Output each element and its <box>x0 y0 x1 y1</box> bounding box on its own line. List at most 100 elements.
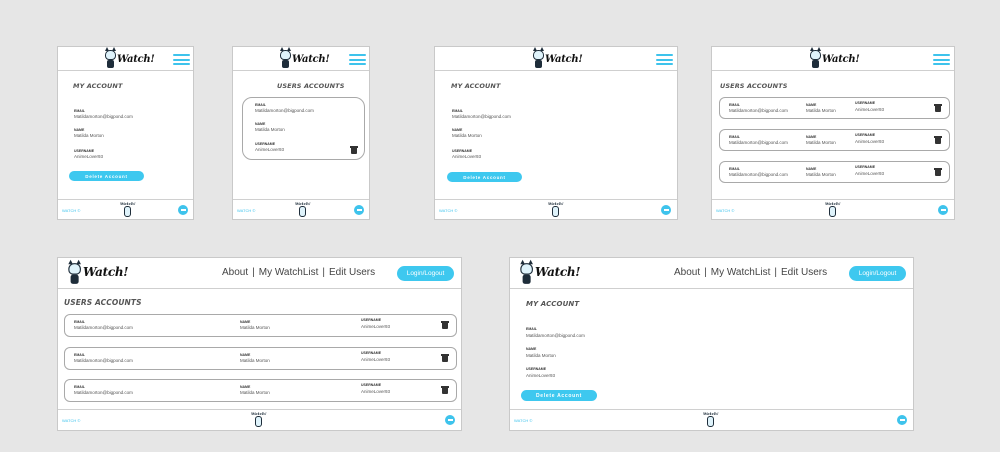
nav-link-about[interactable]: About <box>674 267 700 278</box>
email-value: Matildamorton@bigpond.com <box>74 114 133 119</box>
footer: WATCH © Watch! <box>58 409 461 430</box>
nav-link-about[interactable]: About <box>222 267 248 278</box>
name-label: Name <box>255 122 266 126</box>
nav-link-edit-users[interactable]: Edit Users <box>781 267 827 278</box>
trash-icon[interactable] <box>934 168 942 176</box>
username-value: AnimeLover93 <box>255 147 285 152</box>
username-value: AnimeLover93 <box>855 139 885 144</box>
header: Watch! <box>233 47 369 71</box>
user-card: Email Matildamorton@bigpond.com Name Mat… <box>242 97 365 160</box>
logo[interactable]: Watch! <box>278 47 330 69</box>
circle-minus-icon[interactable] <box>661 205 671 215</box>
nav-link-edit-users[interactable]: Edit Users <box>329 267 375 278</box>
user-row: Email Matildamorton@bigpond.com Name Mat… <box>719 129 950 151</box>
nav-separator: | <box>322 267 325 278</box>
trash-icon[interactable] <box>441 321 449 329</box>
name-value: Matilda Morton <box>240 358 270 363</box>
logo[interactable]: Watch! <box>103 47 155 69</box>
mascot-logo-icon <box>808 47 822 69</box>
username-value: AnimeLover93 <box>361 389 391 394</box>
header: Watch! About | My WatchList | Edit Users… <box>510 258 913 289</box>
footer-text: WATCH © <box>716 208 735 213</box>
hamburger-icon[interactable] <box>349 54 366 65</box>
desktop-my-account-screen: Watch! About | My WatchList | Edit Users… <box>509 257 914 431</box>
hamburger-icon[interactable] <box>933 54 950 65</box>
user-row: Email Matildamorton@bigpond.com Name Mat… <box>719 161 950 183</box>
name-label: Name <box>240 353 251 357</box>
footer-text: WATCH © <box>514 418 533 423</box>
header: Watch! <box>712 47 954 71</box>
mascot-logo-icon <box>531 47 545 69</box>
username-value: AnimeLover93 <box>74 154 104 159</box>
email-value: Matildamorton@bigpond.com <box>729 108 788 113</box>
username-label: Username <box>855 165 876 169</box>
name-value: Matilda Morton <box>255 127 285 132</box>
footer-text: WATCH © <box>62 208 81 213</box>
username-label: Username <box>361 351 382 355</box>
mobile-my-account-screen: Watch! My Account Email Matildamorton@bi… <box>57 46 194 220</box>
email-value: Matildamorton@bigpond.com <box>452 114 511 119</box>
logo[interactable]: Watch! <box>518 259 581 285</box>
email-label: Email <box>74 109 85 113</box>
hamburger-icon[interactable] <box>656 54 673 65</box>
circle-minus-icon[interactable] <box>445 415 455 425</box>
trash-icon[interactable] <box>350 146 358 154</box>
tablet-users-accounts-screen: Watch! Users Accounts Email Matildamorto… <box>711 46 955 220</box>
footer-logo: Watch! <box>703 411 719 429</box>
name-label: Name <box>806 103 817 107</box>
login-logout-button[interactable]: Login/Logout <box>397 266 454 281</box>
email-label: Email <box>74 320 85 324</box>
desktop-users-accounts-screen: Watch! About | My WatchList | Edit Users… <box>57 257 462 431</box>
nav-link-watchlist[interactable]: My WatchList <box>711 267 771 278</box>
name-value: Matilda Morton <box>452 133 482 138</box>
nav-separator: | <box>704 267 707 278</box>
email-label: Email <box>729 103 740 107</box>
email-label: Email <box>74 385 85 389</box>
delete-account-button[interactable]: Delete Account <box>69 171 144 181</box>
name-value: Matilda Morton <box>526 353 556 358</box>
username-value: AnimeLover93 <box>361 324 391 329</box>
email-value: Matildamorton@bigpond.com <box>729 172 788 177</box>
circle-minus-icon[interactable] <box>178 205 188 215</box>
login-logout-button[interactable]: Login/Logout <box>849 266 906 281</box>
header: Watch! About | My WatchList | Edit Users… <box>58 258 461 289</box>
delete-account-button[interactable]: Delete Account <box>521 390 597 401</box>
circle-minus-icon[interactable] <box>938 205 948 215</box>
logo[interactable]: Watch! <box>66 259 129 285</box>
trash-icon[interactable] <box>441 386 449 394</box>
trash-icon[interactable] <box>934 136 942 144</box>
username-label: Username <box>855 101 876 105</box>
top-nav: About | My WatchList | Edit Users <box>222 267 375 278</box>
trash-icon[interactable] <box>441 354 449 362</box>
nav-separator: | <box>774 267 777 278</box>
name-label: Name <box>74 128 85 132</box>
email-label: Email <box>74 353 85 357</box>
circle-minus-icon[interactable] <box>354 205 364 215</box>
circle-minus-icon[interactable] <box>897 415 907 425</box>
page-title: Users Accounts <box>720 82 788 90</box>
name-value: Matilda Morton <box>806 172 836 177</box>
footer-logo: Watch! <box>251 411 267 429</box>
page-title: Users Accounts <box>64 298 142 307</box>
header: Watch! <box>435 47 677 71</box>
page-title: My Account <box>73 82 123 90</box>
footer-text: WATCH © <box>62 418 81 423</box>
footer: WATCH © Watch! <box>435 199 677 219</box>
trash-icon[interactable] <box>934 104 942 112</box>
logo-text: Watch! <box>822 53 860 65</box>
delete-account-button[interactable]: Delete Account <box>447 172 522 182</box>
mascot-logo-icon <box>518 259 534 285</box>
email-label: Email <box>729 167 740 171</box>
logo[interactable]: Watch! <box>531 47 583 69</box>
logo[interactable]: Watch! <box>808 47 860 69</box>
footer-logo: Watch! <box>548 201 564 219</box>
email-value: Matildamorton@bigpond.com <box>526 333 585 338</box>
nav-link-watchlist[interactable]: My WatchList <box>259 267 319 278</box>
header: Watch! <box>58 47 193 71</box>
footer: WATCH © Watch! <box>510 409 913 430</box>
page-title: My Account <box>526 300 580 308</box>
mascot-logo-icon <box>66 259 82 285</box>
user-row: Email Matildamorton@bigpond.com Name Mat… <box>719 97 950 119</box>
footer-logo: Watch! <box>825 201 841 219</box>
hamburger-icon[interactable] <box>173 54 190 65</box>
